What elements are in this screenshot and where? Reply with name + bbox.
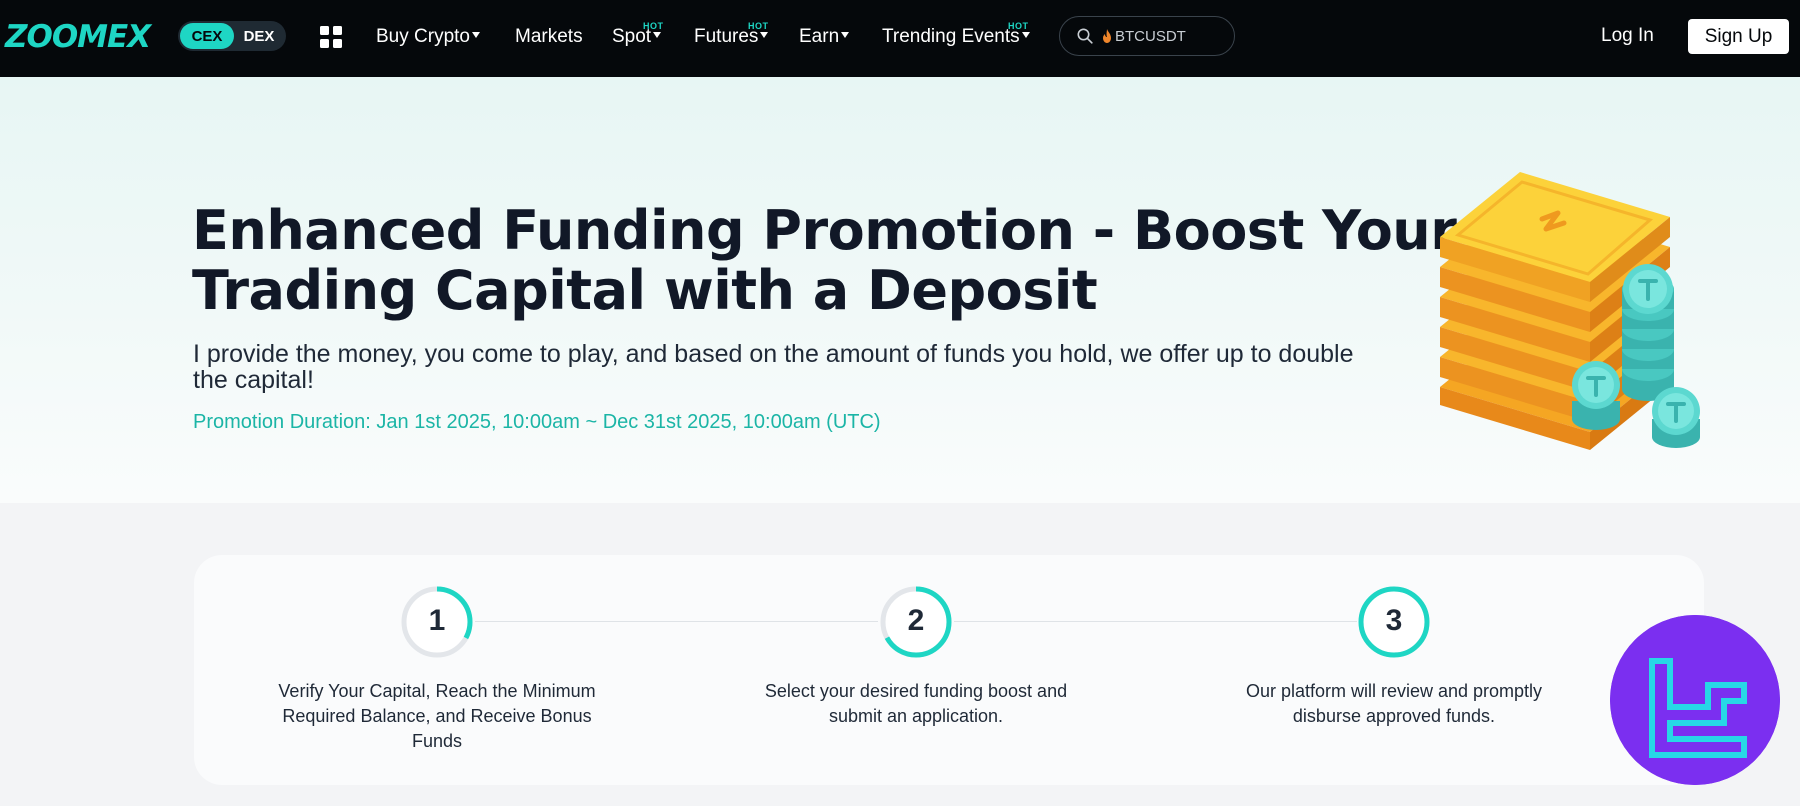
nav-buy-crypto[interactable]: Buy Crypto [376,25,480,49]
nav-item-label: Markets [515,26,583,47]
step-3-text: Our platform will review and promptly di… [1245,681,1543,726]
step-connector [954,621,1357,622]
search-input[interactable]: BTCUSDT [1059,16,1235,56]
apps-grid-icon[interactable] [320,26,342,48]
zoomex-logo[interactable]: ZOOMEX [5,20,151,54]
step-1-text: Verify Your Capital, Reach the Minimum R… [278,681,596,751]
cex-dex-toggle[interactable]: CEX DEX [178,21,286,51]
search-icon [1077,28,1093,44]
nav-markets[interactable]: Markets [515,25,583,49]
money-stack-illustration [1440,172,1700,450]
promotion-duration: Promotion Duration: Jan 1st 2025, 10:00a… [193,411,881,433]
promotion-subtitle: I provide the money, you come to play, a… [193,340,1354,394]
flame-icon [1103,29,1111,43]
login-button[interactable]: Log In [1601,25,1654,47]
step-1-number: 1 [428,604,446,637]
promotion-title: Enhanced Funding Promotion - Boost Your … [192,199,1457,322]
dex-option[interactable]: DEX [234,28,284,45]
nav-item-label: Earn [799,26,840,47]
cex-option[interactable]: CEX [180,23,234,49]
caret-down-icon [760,31,769,38]
nav-futures[interactable]: HOT Futures [694,21,769,49]
step-2-text: Select your desired funding boost and su… [764,681,1068,726]
step-connector [475,621,878,622]
signup-button[interactable]: Sign Up [1688,19,1789,54]
nav-spot[interactable]: HOT Spot [612,21,663,49]
search-placeholder: BTCUSDT [1115,27,1186,45]
nav-earn[interactable]: Earn [799,25,850,49]
caret-down-icon [841,31,850,38]
nav-item-label: Buy Crypto [376,26,470,47]
caret-down-icon [471,31,480,38]
caret-down-icon [653,31,662,38]
caret-down-icon [1021,31,1030,38]
step-2-number: 2 [907,604,925,637]
top-navbar: ZOOMEX CEX DEX Buy Crypto Markets HOT Sp… [0,0,1800,77]
tc-logo-icon [1610,615,1780,785]
nav-item-label: Trending Events [882,26,1020,47]
step-3-number: 3 [1385,604,1403,637]
hero-banner: Enhanced Funding Promotion - Boost Your … [0,77,1800,503]
nav-trending-events[interactable]: HOT Trending Events [882,21,1030,49]
